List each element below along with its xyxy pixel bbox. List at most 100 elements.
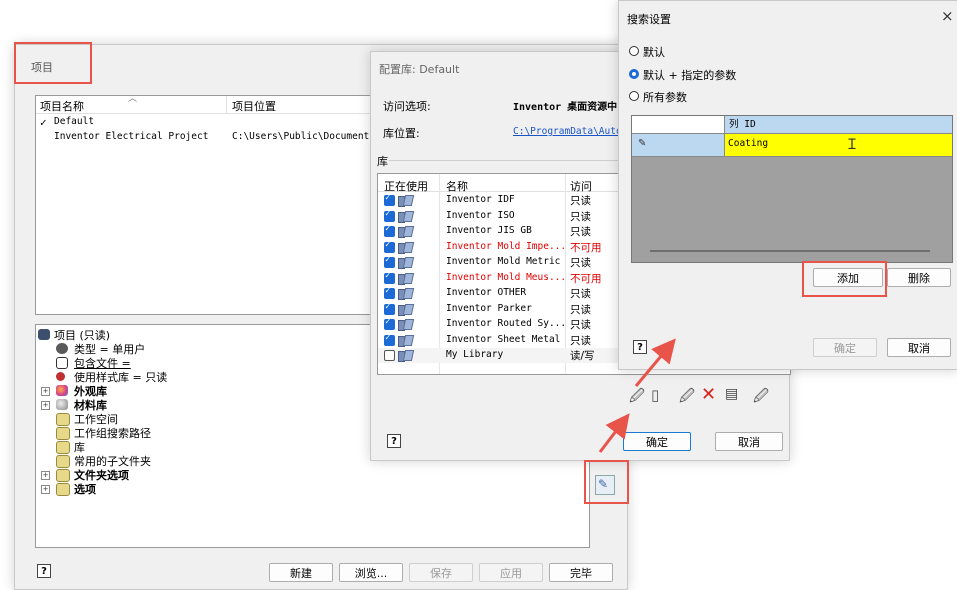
copy-library-icon[interactable]: ▯ (651, 386, 659, 404)
in-use-checkbox[interactable] (384, 302, 395, 315)
library-access: 只读 (570, 334, 591, 347)
library-icon (398, 303, 412, 316)
tree-item[interactable]: 工作组搜索路径 (74, 425, 151, 441)
highlight-edit-button (584, 460, 629, 504)
apply-button[interactable]: 应用 (479, 563, 543, 582)
in-use-checkbox[interactable] (384, 317, 395, 330)
option-default[interactable]: 默认 (629, 44, 829, 59)
in-use-checkbox[interactable] (384, 209, 395, 222)
expand-icon[interactable]: + (41, 387, 50, 396)
help-button[interactable]: ? (37, 564, 51, 578)
delete-button[interactable]: 删除 (887, 268, 951, 287)
style-library-icon (56, 372, 65, 381)
include-file-icon (56, 357, 68, 369)
delete-library-icon[interactable]: ✕ (701, 384, 716, 405)
column-header-access[interactable]: 访问 (570, 178, 592, 194)
option-all-params[interactable]: 所有参数 (629, 89, 829, 104)
project-icon (38, 329, 50, 340)
grid-row-header[interactable]: ✎ (632, 134, 725, 157)
help-button[interactable]: ? (633, 340, 647, 354)
expand-icon[interactable]: + (41, 401, 50, 410)
library-access: 只读 (570, 303, 591, 316)
close-icon[interactable]: × (941, 7, 954, 25)
material-library-icon (56, 399, 68, 410)
new-button[interactable]: 新建 (269, 563, 333, 582)
parameter-grid[interactable]: 列 ID ✎ Coating Ｉ (631, 115, 953, 263)
column-header-name[interactable]: 名称 (446, 178, 468, 194)
library-access: 读/写 (570, 350, 595, 362)
library-icon (398, 256, 412, 269)
folder-icon (56, 483, 70, 496)
library-location-link[interactable]: C:\ProgramData\Autoc (513, 126, 627, 137)
grid-column-header[interactable]: 列 ID (725, 116, 952, 134)
folder-icon (56, 455, 70, 468)
text-cursor-icon: Ｉ (845, 137, 859, 153)
in-use-checkbox[interactable] (384, 333, 395, 346)
search-settings-dialog: 搜索设置 × 默认 默认 + 指定的参数 所有参数 列 ID ✎ Coating… (618, 0, 957, 370)
project-row[interactable]: Inventor Electrical Project C:\Users\Pub… (40, 131, 374, 145)
migrate-library-icon[interactable]: ▤ (725, 386, 738, 402)
library-name: Inventor IDF (446, 194, 515, 205)
highlight-add-button (802, 261, 887, 297)
library-access: 不可用 (570, 272, 602, 285)
properties-library-icon[interactable]: 🖉 (753, 386, 769, 411)
library-icon (398, 318, 412, 331)
column-header-name[interactable]: 项目名称 (40, 98, 84, 114)
access-option-value: Inventor 桌面资源中 (513, 102, 618, 113)
in-use-checkbox[interactable] (384, 286, 395, 299)
ok-button[interactable]: 确定 (623, 432, 691, 451)
column-header-in-use[interactable]: 正在使用 (384, 178, 428, 194)
cancel-button[interactable]: 取消 (715, 432, 783, 451)
library-access: 只读 (570, 319, 591, 331)
library-name: Inventor Parker (446, 302, 532, 314)
cancel-button[interactable]: 取消 (887, 338, 951, 357)
edit-library-icon[interactable]: 🖉 (679, 386, 695, 411)
in-use-checkbox[interactable] (384, 193, 395, 206)
library-icon (398, 194, 412, 207)
library-name: Inventor OTHER (446, 287, 527, 298)
folder-icon (56, 469, 70, 482)
user-icon (56, 343, 68, 354)
folder-icon (56, 413, 70, 426)
library-name: Inventor Mold Metric (446, 256, 561, 267)
radio-icon (629, 91, 639, 101)
highlight-project-title (14, 42, 92, 84)
folder-icon (56, 427, 70, 440)
tree-item[interactable]: 选项 (74, 481, 96, 497)
library-icon (398, 210, 412, 223)
option-default-plus-params[interactable]: 默认 + 指定的参数 (629, 67, 829, 82)
grid-scrollbar[interactable] (650, 250, 930, 252)
browse-button[interactable]: 浏览... (339, 563, 403, 582)
expand-icon[interactable]: + (41, 485, 50, 494)
in-use-checkbox[interactable] (384, 224, 395, 237)
project-list-header: 项目名称 ︿ 项目位置 (36, 94, 376, 114)
in-use-checkbox[interactable] (384, 271, 395, 284)
library-access: 只读 (570, 257, 591, 269)
done-button[interactable]: 完毕 (549, 563, 613, 582)
edit-pencil-icon: ✎ (638, 138, 647, 149)
library-access: 只读 (570, 195, 591, 207)
appearance-library-icon (56, 385, 68, 396)
access-option-label: 访问选项: (383, 100, 431, 113)
ok-button[interactable]: 确定 (813, 338, 877, 357)
in-use-checkbox[interactable] (384, 255, 395, 268)
project-row[interactable]: ✓ Default (40, 116, 370, 130)
active-check-icon: ✓ (40, 116, 47, 129)
grid-value-cell[interactable]: Coating Ｉ (725, 134, 952, 157)
library-toolbar: 🖉 ▯ 🖉 ✕ ▤ 🖉 (629, 384, 779, 411)
help-button[interactable]: ? (387, 434, 401, 448)
save-button[interactable]: 保存 (409, 563, 473, 582)
project-list[interactable]: 项目名称 ︿ 项目位置 ✓ Default Inventor Electrica… (35, 94, 377, 315)
library-name: Inventor Mold Impe... (446, 240, 567, 252)
in-use-checkbox[interactable] (384, 350, 395, 361)
library-icon (398, 272, 412, 285)
in-use-checkbox[interactable] (384, 240, 395, 253)
column-header-location[interactable]: 项目位置 (232, 98, 276, 114)
expand-icon[interactable]: + (41, 471, 50, 480)
config-dialog-title: 配置库: Default (379, 63, 460, 76)
library-name: Inventor ISO (446, 209, 515, 221)
add-library-icon[interactable]: 🖉 (629, 386, 645, 411)
library-icon (398, 287, 412, 300)
library-access: 不可用 (570, 241, 602, 254)
library-name: Inventor Routed Sy... (446, 318, 567, 329)
